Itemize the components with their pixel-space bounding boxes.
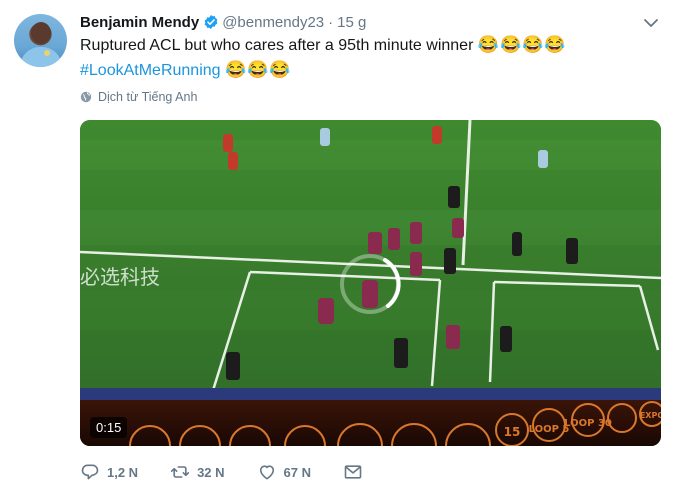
retweet-icon: [170, 466, 190, 478]
avatar[interactable]: [14, 14, 67, 67]
display-name[interactable]: Benjamin Mendy: [80, 14, 199, 31]
tweet-line-1: Ruptured ACL but who cares after a 95th …: [80, 33, 660, 58]
avatar-shirt: [20, 47, 62, 67]
mail-icon: [344, 465, 362, 479]
globe-icon: [80, 91, 92, 103]
like-icon: [259, 465, 274, 480]
like-button[interactable]: 67 N: [257, 462, 311, 482]
translate-link[interactable]: Dịch từ Tiếng Anh: [80, 90, 197, 104]
reply-button[interactable]: 1,2 N: [80, 462, 138, 482]
timestamp[interactable]: 15 g: [337, 14, 366, 31]
handle[interactable]: @benmendy23: [222, 14, 324, 31]
translate-label: Dịch từ Tiếng Anh: [98, 90, 198, 104]
separator: ·: [328, 13, 334, 31]
chevron-down-icon[interactable]: [643, 15, 659, 31]
like-count: 67 N: [283, 464, 312, 480]
loop-30-label: LOOP 30: [564, 418, 612, 429]
tweet-header: Benjamin Mendy @benmendy23 · 15 g: [80, 12, 366, 32]
video-duration: 0:15: [90, 417, 128, 438]
laughing-emoji: 😂😂😂: [225, 60, 292, 79]
action-bar: 1,2 N 32 N 67 N: [80, 462, 395, 482]
reply-icon: [81, 464, 99, 480]
hashtag-link[interactable]: #LookAtMeRunning: [80, 62, 221, 79]
video-frame: 必选科技 15 LOOP 5 LOOP 30 EXPO: [80, 120, 661, 446]
pitch-board-text: 必选科技: [80, 265, 160, 289]
direct-message-button[interactable]: [343, 462, 363, 482]
retweet-button[interactable]: 32 N: [170, 462, 225, 482]
reply-count: 1,2 N: [107, 464, 139, 480]
avatar-face: [31, 22, 51, 44]
replay-15-label: 15: [504, 425, 521, 439]
retweet-count: 32 N: [197, 464, 225, 480]
video-player[interactable]: 必选科技 15 LOOP 5 LOOP 30 EXPO 0:15: [80, 120, 661, 446]
avatar-badge: [44, 50, 50, 56]
verified-icon: [204, 15, 218, 29]
tweet-line-2: #LookAtMeRunning 😂😂😂: [80, 58, 660, 83]
tweet-body: Ruptured ACL but who cares after a 95th …: [80, 37, 474, 54]
expo-label: EXPO: [640, 411, 661, 420]
laughing-emoji: 😂😂😂😂: [477, 35, 567, 54]
tweet-text: Ruptured ACL but who cares after a 95th …: [80, 33, 660, 83]
